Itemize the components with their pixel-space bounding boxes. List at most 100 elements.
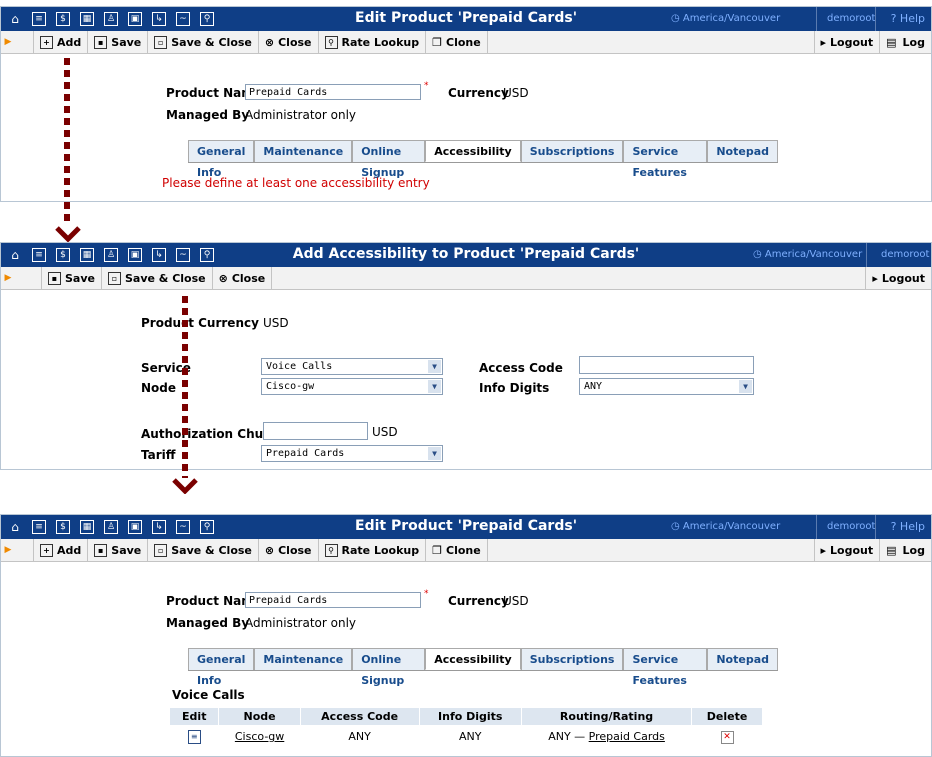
- clone-icon: ❐: [432, 543, 442, 557]
- add-button[interactable]: + Add: [33, 539, 87, 561]
- add-button[interactable]: + Add: [33, 31, 87, 53]
- required-marker: *: [424, 589, 429, 599]
- tab-service-features[interactable]: Service Features: [623, 648, 708, 687]
- help-text: Help: [899, 12, 925, 25]
- product-currency-label: Product Currency: [141, 316, 259, 330]
- tab-service-features[interactable]: Service Features: [623, 140, 708, 179]
- search-icon[interactable]: ⚲: [197, 9, 217, 29]
- person-icon[interactable]: ♙: [101, 517, 121, 537]
- home-icon[interactable]: ⌂: [5, 517, 25, 537]
- floppy-icon: ▪: [94, 35, 108, 49]
- dollar-icon[interactable]: $: [53, 9, 73, 29]
- network-icon[interactable]: ▣: [125, 517, 145, 537]
- home-icon[interactable]: ⌂: [5, 9, 25, 29]
- chevron-down-icon: ▼: [428, 360, 441, 373]
- rate-lookup-button[interactable]: ⚲ Rate Lookup: [317, 539, 426, 561]
- auth-chunk-input[interactable]: [263, 422, 368, 440]
- list-icon[interactable]: ≡: [29, 245, 49, 265]
- tab-subscriptions[interactable]: Subscriptions: [520, 648, 624, 670]
- log-label: Log: [902, 35, 925, 49]
- list-icon[interactable]: ≡: [29, 9, 49, 29]
- home-icon[interactable]: ⌂: [5, 245, 25, 265]
- timezone-link[interactable]: ◷ America/Vancouver: [753, 249, 862, 260]
- product-name-input[interactable]: Prepaid Cards: [245, 592, 421, 608]
- tab-accessibility[interactable]: Accessibility: [425, 140, 521, 162]
- grid-icon[interactable]: ▦: [77, 517, 97, 537]
- chart-icon[interactable]: ~: [173, 517, 193, 537]
- log-button[interactable]: ▤ Log: [879, 539, 931, 561]
- node-select[interactable]: Cisco-gw ▼: [261, 378, 443, 395]
- tab-maintenance[interactable]: Maintenance: [254, 140, 353, 162]
- log-button[interactable]: ▤ Log: [879, 31, 931, 53]
- edit-icon[interactable]: ≡: [187, 730, 201, 744]
- node-link[interactable]: Cisco-gw: [235, 730, 284, 743]
- rate-lookup-button[interactable]: ⚲ Rate Lookup: [317, 31, 426, 53]
- dollar-icon[interactable]: $: [53, 245, 73, 265]
- tab-notepad[interactable]: Notepad: [707, 648, 778, 670]
- close-icon: ⊗: [264, 543, 275, 557]
- list-icon[interactable]: ≡: [29, 517, 49, 537]
- search-icon[interactable]: ⚲: [197, 517, 217, 537]
- help-link[interactable]: ? Help: [891, 12, 925, 25]
- save-button[interactable]: ▪ Save: [87, 539, 147, 561]
- close-button[interactable]: ⊗ Close: [257, 31, 318, 53]
- currency-value: USD: [503, 594, 529, 608]
- delete-icon[interactable]: ✕: [720, 731, 734, 744]
- clone-label: Clone: [446, 35, 481, 49]
- search-icon[interactable]: ⚲: [197, 245, 217, 265]
- routing-icon[interactable]: ↳: [149, 517, 169, 537]
- user-link[interactable]: demoroot: [827, 13, 875, 24]
- logout-icon: ▸: [872, 271, 878, 285]
- chart-icon[interactable]: ~: [173, 245, 193, 265]
- save-close-button[interactable]: ▫ Save & Close: [147, 31, 258, 53]
- logout-icon: ▸: [820, 35, 827, 49]
- tariff-select[interactable]: Prepaid Cards ▼: [261, 445, 443, 462]
- tab-maintenance[interactable]: Maintenance: [254, 648, 353, 670]
- service-select[interactable]: Voice Calls ▼: [261, 358, 443, 375]
- logout-button[interactable]: ▸ Logout: [813, 539, 880, 561]
- person-icon[interactable]: ♙: [101, 245, 121, 265]
- close-button[interactable]: ⊗ Close: [211, 267, 273, 289]
- managed-by-label: Managed By: [166, 108, 250, 122]
- managed-by-label: Managed By: [166, 616, 250, 630]
- chart-icon[interactable]: ~: [173, 9, 193, 29]
- save-button[interactable]: ▪ Save: [41, 267, 101, 289]
- save-close-button[interactable]: ▫ Save & Close: [147, 539, 258, 561]
- user-link[interactable]: demoroot: [827, 521, 875, 532]
- network-icon[interactable]: ▣: [125, 9, 145, 29]
- logout-button[interactable]: ▸ Logout: [813, 31, 880, 53]
- access-code-input[interactable]: [579, 356, 754, 374]
- network-icon[interactable]: ▣: [125, 245, 145, 265]
- routing-icon[interactable]: ↳: [149, 9, 169, 29]
- tab-general-info[interactable]: General Info: [188, 648, 255, 687]
- logout-button[interactable]: ▸ Logout: [865, 267, 931, 289]
- tab-online-signup[interactable]: Online Signup: [352, 140, 426, 179]
- tariff-link[interactable]: Prepaid Cards: [589, 730, 665, 743]
- tab-bar: General Info Maintenance Online Signup A…: [188, 648, 778, 687]
- tab-subscriptions[interactable]: Subscriptions: [520, 140, 624, 162]
- dollar-icon[interactable]: $: [53, 517, 73, 537]
- save-button[interactable]: ▪ Save: [87, 31, 147, 53]
- person-icon[interactable]: ♙: [101, 9, 121, 29]
- product-name-input[interactable]: Prepaid Cards: [245, 84, 421, 100]
- currency-value: USD: [503, 86, 529, 100]
- help-link[interactable]: ? Help: [891, 520, 925, 533]
- clone-button[interactable]: ❐ Clone: [425, 539, 488, 561]
- close-button[interactable]: ⊗ Close: [257, 539, 318, 561]
- tab-general-info[interactable]: General Info: [188, 140, 255, 179]
- grid-icon[interactable]: ▦: [77, 245, 97, 265]
- logout-label: Logout: [881, 271, 925, 285]
- info-digits-value: ANY: [584, 381, 603, 392]
- flow-arrow-line-2: [182, 296, 188, 478]
- timezone-link[interactable]: ◷ America/Vancouver: [671, 521, 780, 532]
- timezone-link[interactable]: ◷ America/Vancouver: [671, 13, 780, 24]
- tab-online-signup[interactable]: Online Signup: [352, 648, 426, 687]
- tab-notepad[interactable]: Notepad: [707, 140, 778, 162]
- save-close-button[interactable]: ▫ Save & Close: [100, 267, 212, 289]
- info-digits-select[interactable]: ANY ▼: [579, 378, 754, 395]
- grid-icon[interactable]: ▦: [77, 9, 97, 29]
- tab-accessibility[interactable]: Accessibility: [425, 648, 521, 670]
- routing-icon[interactable]: ↳: [149, 245, 169, 265]
- user-link[interactable]: demoroot: [881, 249, 929, 260]
- clone-button[interactable]: ❐ Clone: [425, 31, 488, 53]
